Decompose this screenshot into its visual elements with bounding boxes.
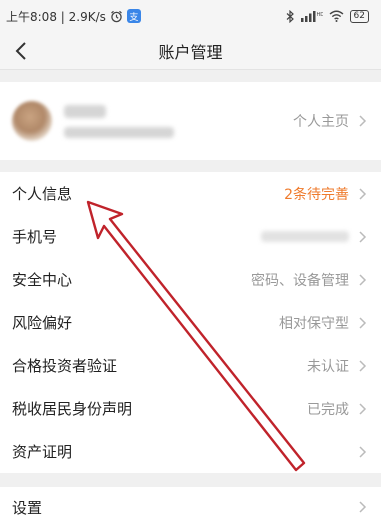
status-bar: 上午8:08 | 2.9K/s 支 HD 62	[0, 0, 381, 32]
profile-home-link[interactable]: 个人主页	[293, 111, 367, 131]
chevron-right-icon	[359, 402, 367, 415]
chevron-right-icon	[359, 359, 367, 372]
back-arrow-icon	[15, 42, 26, 60]
row-tax-residency[interactable]: 税收居民身份声明 已完成	[0, 387, 381, 430]
row-value-wrap	[357, 445, 367, 459]
chevron-right-icon	[359, 115, 367, 127]
row-risk-preference[interactable]: 风险偏好 相对保守型	[0, 301, 381, 344]
row-value-wrap	[261, 230, 367, 244]
blurred-username	[64, 104, 106, 118]
chevron-right-icon	[359, 230, 367, 243]
row-label: 风险偏好	[12, 314, 73, 332]
row-value-wrap: 相对保守型	[279, 313, 367, 333]
status-time-speed: 上午8:08 | 2.9K/s	[6, 9, 106, 24]
row-label: 资产证明	[12, 443, 73, 461]
row-label: 设置	[12, 498, 43, 517]
row-value: 已完成	[307, 401, 349, 418]
section-divider	[0, 160, 381, 172]
bluetooth-icon	[286, 9, 295, 23]
row-label: 合格投资者验证	[12, 357, 118, 375]
chevron-right-icon	[359, 187, 367, 200]
row-value: 未认证	[307, 358, 349, 375]
wifi-icon	[329, 10, 344, 22]
row-value-wrap: 密码、设备管理	[251, 270, 367, 290]
row-value-wrap: 2条待完善	[284, 184, 367, 204]
row-asset-proof[interactable]: 资产证明	[0, 430, 381, 473]
battery-indicator: 62	[349, 9, 369, 23]
row-label: 税收居民身份声明	[12, 400, 133, 418]
svg-text:HD: HD	[316, 12, 323, 18]
account-menu-list: 个人信息 2条待完善 手机号 安全中心 密码、设备管理 风险偏好 相对保守型 合…	[0, 172, 381, 473]
chevron-right-icon	[359, 501, 367, 513]
blurred-account-id	[64, 126, 174, 138]
section-divider	[0, 70, 381, 82]
profile-link-label: 个人主页	[293, 114, 349, 130]
row-value-wrap: 未认证	[307, 356, 367, 376]
signal-icon: HD	[300, 10, 323, 22]
avatar	[12, 101, 52, 141]
row-label: 手机号	[12, 228, 58, 246]
row-label: 安全中心	[12, 271, 73, 289]
blurred-phone-number	[261, 231, 349, 242]
row-phone-number[interactable]: 手机号	[0, 215, 381, 258]
nav-bar: 账户管理	[0, 32, 381, 70]
row-value-wrap	[357, 500, 367, 514]
row-qualified-investor[interactable]: 合格投资者验证 未认证	[0, 344, 381, 387]
settings-list: 设置	[0, 487, 381, 526]
row-value: 密码、设备管理	[251, 272, 349, 289]
row-personal-info[interactable]: 个人信息 2条待完善	[0, 172, 381, 215]
chevron-right-icon	[359, 445, 367, 458]
row-security-center[interactable]: 安全中心 密码、设备管理	[0, 258, 381, 301]
chevron-right-icon	[359, 316, 367, 329]
app-notification-icon: 支	[126, 9, 141, 23]
row-value: 相对保守型	[279, 315, 349, 332]
alarm-icon	[110, 10, 123, 23]
row-settings[interactable]: 设置	[0, 487, 381, 526]
back-button[interactable]	[8, 38, 34, 64]
profile-info	[64, 104, 293, 138]
profile-row[interactable]: 个人主页	[0, 82, 381, 160]
row-label: 个人信息	[12, 185, 73, 203]
row-value-wrap: 已完成	[307, 399, 367, 419]
pending-count-text: 2条待完善	[284, 186, 349, 203]
section-divider	[0, 473, 381, 487]
chevron-right-icon	[359, 273, 367, 286]
page-title: 账户管理	[158, 42, 223, 62]
